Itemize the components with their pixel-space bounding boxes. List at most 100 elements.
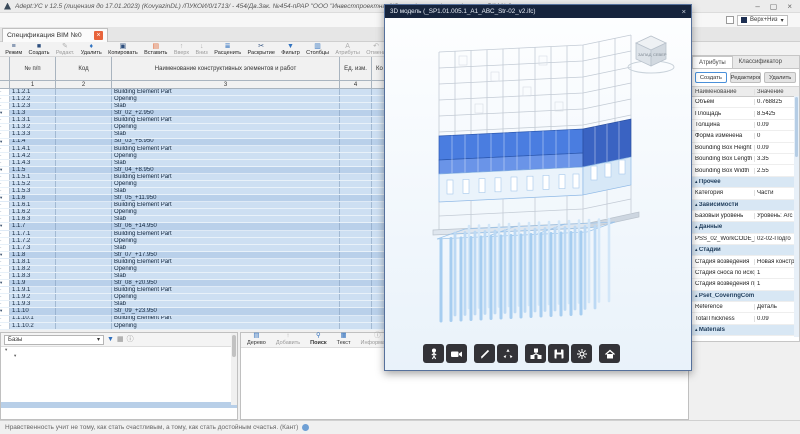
row-expander[interactable] [0,202,10,208]
tree-scrollbar[interactable] [231,333,237,405]
row-expander[interactable] [0,280,10,286]
filter-icon[interactable]: ▼ [107,336,114,344]
tree-item[interactable] [1,414,237,419]
list-item[interactable] [241,412,688,419]
toolbar-button[interactable]: ▤ Вставить [141,42,171,56]
toolbar-button[interactable]: ↓ Вниз [192,42,211,56]
navigation-cube[interactable]: ЗАПАД СЕВЕР [625,30,677,76]
toolbar-button[interactable]: ▥ Столбцы [303,42,332,56]
create-button[interactable]: Создать [695,72,727,83]
list-item[interactable] [241,391,688,398]
camera-button[interactable] [446,344,467,363]
row-expander[interactable] [0,181,10,187]
row-expander[interactable] [0,301,10,307]
row-expander[interactable] [0,110,10,116]
row-expander[interactable] [0,273,10,279]
home-view-button[interactable] [599,344,620,363]
row-expander[interactable] [0,287,10,293]
row-expander[interactable] [0,89,10,95]
toolbar-button[interactable]: ↑ Вверх [171,42,193,56]
viewer-canvas[interactable]: ЗАПАД СЕВЕР [385,18,691,370]
toolbar-button[interactable]: ▣ Копировать [105,42,141,56]
property-row[interactable]: Стадия сноса по исходному 1 [692,268,799,279]
toolbar-button[interactable]: ✎ Редакт. [53,42,78,56]
row-expander[interactable] [0,146,10,152]
folder-icon[interactable]: ▦ [117,336,124,344]
property-row[interactable]: Зависимости [692,200,799,211]
property-row[interactable]: Bounding Box Width 2.55 [692,165,799,176]
toolbar-button[interactable]: ✂ Раскрытие [244,42,278,56]
property-row[interactable]: Стадия возведения по исходному 1 [692,279,799,290]
row-expander[interactable] [0,323,10,329]
toolbar-button[interactable]: A Атрибуты [332,42,363,56]
property-row[interactable]: Толщина 0.09 [692,120,799,131]
row-expander[interactable] [0,188,10,194]
property-row[interactable]: Стадия возведения Новая констр [692,256,799,267]
catalog-tab[interactable]: ⚲ Поиск [310,333,327,346]
catalog-tab[interactable]: ↑ Добавить [276,333,300,346]
structure-button[interactable] [525,344,546,363]
row-expander[interactable] [0,245,10,251]
row-expander[interactable] [0,231,10,237]
row-expander[interactable] [0,252,10,258]
scrollbar-thumb[interactable] [232,335,236,357]
list-item[interactable] [241,405,688,412]
property-row[interactable]: Стадии [692,245,799,256]
tab-close-icon[interactable]: × [94,31,103,40]
viewer-title-bar[interactable]: 3D модель (_SP1.01.005.1_A1_ABC_Str-02_v… [385,5,691,18]
property-row[interactable]: Прочее [692,177,799,188]
row-expander[interactable] [0,131,10,137]
tab-specification-bim[interactable]: Спецификация BIM №0 × [2,28,108,42]
close-icon[interactable]: × [787,2,792,11]
property-row[interactable]: Bounding Box Height 0.09 [692,143,799,154]
panel-toggle-icon[interactable] [726,16,734,24]
property-row[interactable]: Категория Части [692,188,799,199]
row-expander[interactable] [0,238,10,244]
maximize-icon[interactable]: ▢ [770,2,778,11]
row-expander[interactable] [0,96,10,102]
row-expander[interactable] [0,308,10,314]
row-expander[interactable] [0,266,10,272]
tab-attributes[interactable]: Атрибуты [692,56,733,68]
walk-mode-button[interactable] [423,344,444,363]
row-expander[interactable] [0,316,10,322]
toolbar-button[interactable]: ≡ Режим [2,42,25,56]
row-expander[interactable] [0,223,10,229]
row-expander[interactable] [0,153,10,159]
row-expander[interactable] [0,294,10,300]
row-expander[interactable] [0,209,10,215]
toolbar-button[interactable]: ■ Создать [25,42,52,56]
scrollbar-thumb[interactable] [795,97,798,157]
list-item[interactable] [241,398,688,405]
view-mode-dropdown[interactable]: Верх+Низ ▾ [737,15,788,26]
row-expander[interactable] [0,124,10,130]
property-row[interactable]: Reference Деталь [692,302,799,313]
info-icon[interactable]: ⓘ [127,336,134,344]
save-button[interactable] [548,344,569,363]
property-row[interactable]: PSS_02_WorkCODE_01 02-02-Подго [692,234,799,245]
list-item[interactable] [241,383,688,390]
property-row[interactable]: Pset_CoveringCommon [692,291,799,302]
properties-scrollbar[interactable] [794,96,799,337]
row-expander[interactable] [0,174,10,180]
settings-button[interactable] [571,344,592,363]
row-expander[interactable] [0,259,10,265]
toolbar-button[interactable]: ▼ Фильтр [278,42,303,56]
row-expander[interactable] [0,167,10,173]
property-row[interactable]: Форма изменена 0 [692,131,799,142]
measure-button[interactable] [474,344,495,363]
building-model[interactable] [421,32,653,344]
toolbar-button[interactable]: ≣ Расценить [211,42,244,56]
viewer-close-icon[interactable]: × [682,7,686,16]
row-expander[interactable] [0,139,10,145]
property-row[interactable]: Объем 0.768825 [692,97,799,108]
orbit-button[interactable] [497,344,518,363]
row-expander[interactable] [0,216,10,222]
row-expander[interactable] [0,160,10,166]
catalog-tab[interactable]: ▤ Дерево [247,333,266,346]
delete-button[interactable]: Удалить [764,72,796,83]
property-row[interactable]: Materials [692,325,799,336]
row-expander[interactable] [0,103,10,109]
list-item[interactable] [241,376,688,383]
row-expander[interactable] [0,195,10,201]
